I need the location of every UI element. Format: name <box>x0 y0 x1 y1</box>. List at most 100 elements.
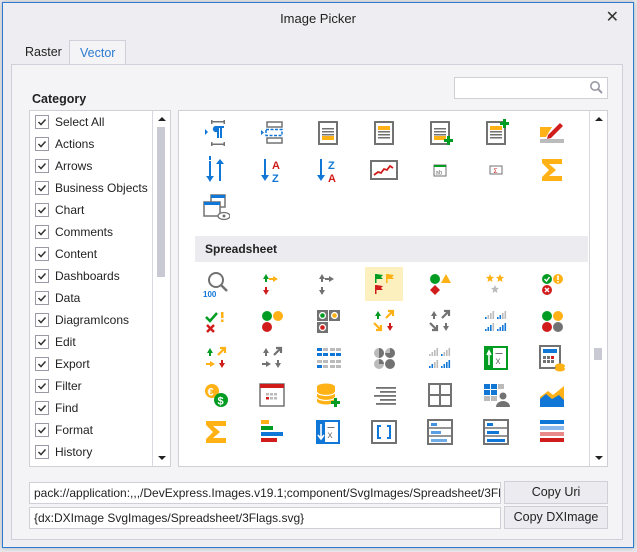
checkbox[interactable] <box>35 247 49 261</box>
gallery-item[interactable] <box>421 267 459 301</box>
category-item[interactable]: Select All <box>30 111 152 133</box>
search-box[interactable] <box>454 77 608 99</box>
checkbox[interactable] <box>35 379 49 393</box>
gallery-item[interactable] <box>197 190 235 224</box>
gallery-item[interactable] <box>533 341 571 375</box>
gallery-item[interactable] <box>477 378 515 412</box>
category-item[interactable]: Arrows <box>30 155 152 177</box>
gallery-item[interactable] <box>309 341 347 375</box>
category-scrollbar[interactable] <box>152 111 170 466</box>
gallery-item[interactable] <box>197 304 235 338</box>
category-item[interactable]: History <box>30 441 152 463</box>
gallery-item[interactable]: € $ <box>197 378 235 412</box>
checkbox[interactable] <box>35 401 49 415</box>
gallery-item[interactable] <box>533 378 571 412</box>
tab-raster[interactable]: Raster <box>15 40 72 64</box>
category-item[interactable]: Find <box>30 397 152 419</box>
category-item[interactable]: Edit <box>30 331 152 353</box>
checkbox[interactable] <box>35 115 49 129</box>
gallery-item[interactable]: ab <box>421 153 459 187</box>
category-item[interactable]: Data <box>30 287 152 309</box>
scroll-down-icon[interactable] <box>595 456 603 460</box>
gallery-item[interactable] <box>365 116 403 150</box>
gallery-item[interactable] <box>365 267 403 301</box>
checkbox[interactable] <box>35 291 49 305</box>
category-item[interactable]: Comments <box>30 221 152 243</box>
gallery-item[interactable] <box>309 378 347 412</box>
gallery-item[interactable] <box>365 304 403 338</box>
gallery-scrollbar[interactable] <box>589 111 607 466</box>
tab-vector[interactable]: Vector <box>69 40 127 66</box>
gallery-item[interactable] <box>477 116 515 150</box>
category-item[interactable]: Format <box>30 419 152 441</box>
gallery-item[interactable] <box>253 304 291 338</box>
gallery-item[interactable] <box>365 341 403 375</box>
scroll-down-icon[interactable] <box>158 456 166 460</box>
gallery-item[interactable] <box>197 341 235 375</box>
uri-field[interactable]: pack://application:,,,/DevExpress.Images… <box>29 482 501 504</box>
scroll-thumb[interactable] <box>594 348 602 360</box>
gallery-item[interactable]: x <box>309 415 347 449</box>
category-item[interactable]: Filter <box>30 375 152 397</box>
gallery-item[interactable] <box>533 304 571 338</box>
gallery-item[interactable] <box>421 341 459 375</box>
checkbox[interactable] <box>35 203 49 217</box>
category-item[interactable]: Content <box>30 243 152 265</box>
gallery-item[interactable] <box>365 415 403 449</box>
dximage-field[interactable]: {dx:DXImage SvgImages/Spreadsheet/3Flags… <box>29 507 501 529</box>
gallery-item[interactable] <box>253 415 291 449</box>
gallery-item[interactable] <box>365 153 403 187</box>
gallery-item[interactable] <box>477 267 515 301</box>
search-input[interactable] <box>458 78 590 98</box>
category-item[interactable]: Actions <box>30 133 152 155</box>
gallery-item[interactable] <box>197 153 235 187</box>
category-item[interactable]: Export <box>30 353 152 375</box>
gallery-item[interactable] <box>365 378 403 412</box>
checkbox[interactable] <box>35 159 49 173</box>
gallery-item[interactable]: AZ <box>253 153 291 187</box>
scroll-up-icon[interactable] <box>158 117 166 121</box>
gallery-item[interactable] <box>533 415 571 449</box>
checkbox[interactable] <box>35 181 49 195</box>
category-item[interactable]: Dashboards <box>30 265 152 287</box>
scroll-up-icon[interactable] <box>595 117 603 121</box>
gallery-item[interactable] <box>421 116 459 150</box>
gallery-item[interactable]: Σ <box>477 153 515 187</box>
gallery-item[interactable] <box>421 304 459 338</box>
gallery-item[interactable] <box>253 378 291 412</box>
gallery-item[interactable] <box>309 116 347 150</box>
checkbox[interactable] <box>35 269 49 283</box>
category-item[interactable]: Chart <box>30 199 152 221</box>
gallery-item[interactable]: x <box>477 341 515 375</box>
checkbox[interactable] <box>35 137 49 151</box>
gallery-item[interactable] <box>421 378 459 412</box>
scroll-thumb[interactable] <box>157 127 165 277</box>
gallery-item[interactable] <box>197 415 235 449</box>
gallery-item[interactable] <box>533 267 571 301</box>
gallery-item[interactable] <box>253 116 291 150</box>
checkbox[interactable] <box>35 335 49 349</box>
gallery-item[interactable] <box>421 415 459 449</box>
search-icon[interactable] <box>589 80 603 94</box>
gallery-item[interactable] <box>197 116 235 150</box>
checkbox[interactable] <box>35 423 49 437</box>
checkbox[interactable] <box>35 225 49 239</box>
gallery-item[interactable] <box>253 267 291 301</box>
gallery-item[interactable]: 100 <box>197 267 235 301</box>
gallery-item[interactable] <box>309 267 347 301</box>
gallery-item[interactable] <box>477 304 515 338</box>
copy-uri-button[interactable]: Copy Uri <box>504 481 608 504</box>
gallery-item[interactable]: ZA <box>309 153 347 187</box>
checkbox[interactable] <box>35 357 49 371</box>
category-item[interactable]: Business Objects <box>30 177 152 199</box>
gallery-item[interactable] <box>253 341 291 375</box>
checkbox[interactable] <box>35 313 49 327</box>
gallery-item[interactable] <box>477 415 515 449</box>
gallery-item[interactable] <box>533 153 571 187</box>
gallery-item[interactable] <box>533 116 571 150</box>
close-icon[interactable]: ✕ <box>606 7 619 27</box>
checkbox[interactable] <box>35 445 49 459</box>
category-item[interactable]: DiagramIcons <box>30 309 152 331</box>
gallery-item[interactable] <box>309 304 347 338</box>
copy-dximage-button[interactable]: Copy DXImage <box>504 506 608 529</box>
